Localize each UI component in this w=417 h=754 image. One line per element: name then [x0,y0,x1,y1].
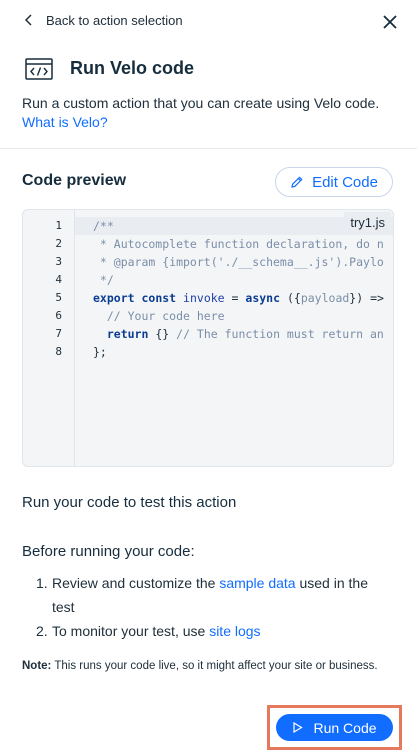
run-code-button[interactable]: Run Code [276,714,393,741]
warning-note: Note: This runs your code live, so it mi… [22,658,392,674]
file-name-tab[interactable]: try1.js [344,212,391,233]
play-icon [293,722,304,733]
code-line: export const invoke = async ({payload}) … [93,291,384,305]
line-number: 4 [55,273,62,286]
divider [0,148,417,149]
edit-code-label: Edit Code [312,173,378,191]
run-code-highlight: Run Code [267,705,402,750]
line-number: 8 [55,345,62,358]
step-text: To monitor your test, use [52,623,210,639]
page-title: Run Velo code [70,58,195,78]
page-description: Run a custom action that you can create … [22,94,392,132]
step-number: 1. [36,575,48,591]
chevron-left-icon [24,14,32,26]
back-link[interactable]: Back to action selection [22,10,183,30]
list-item: 2. To monitor your test, use site logs [22,619,392,643]
note-text: This runs your code live, so it might af… [51,660,378,672]
code-line: * Autocomplete function declaration, do … [93,237,384,251]
line-number: 1 [55,219,62,232]
code-line: return {} // The function must return an [106,327,384,341]
code-line: * @param {import('./__schema__.js').Payl… [93,255,384,269]
description-text: Run a custom action that you can create … [22,95,380,111]
line-number: 3 [55,255,62,268]
sample-data-link[interactable]: sample data [219,575,295,591]
code-preview-heading: Code preview [22,172,127,189]
line-number: 5 [55,291,62,304]
line-number: 2 [55,237,62,250]
code-area[interactable]: /** * Autocomplete function declaration,… [75,210,393,466]
what-is-velo-link[interactable]: What is Velo? [22,114,108,130]
code-icon [25,58,53,80]
run-section-heading: Run your code to test this action [22,494,237,511]
edit-code-button[interactable]: Edit Code [275,167,393,197]
line-gutter: 1 2 3 4 5 6 7 8 [23,210,75,466]
step-text: Review and customize the [52,575,220,591]
before-running-heading: Before running your code: [22,543,195,560]
site-logs-link[interactable]: site logs [209,623,260,639]
list-item: 1. Review and customize the sample data u… [22,571,392,619]
code-line: }; [93,345,107,359]
steps-list: 1. Review and customize the sample data u… [22,571,392,643]
line-number: 6 [55,309,62,322]
note-label: Note: [22,660,52,672]
code-line: /** [93,219,114,233]
code-line: */ [93,273,114,287]
line-number: 7 [55,327,62,340]
close-icon[interactable] [380,12,400,32]
run-code-label: Run Code [313,719,377,736]
code-line: // Your code here [93,309,225,323]
pencil-icon [291,176,303,188]
back-link-label: Back to action selection [46,12,183,28]
step-number: 2. [36,623,48,639]
code-editor[interactable]: 1 2 3 4 5 6 7 8 /** * Autocomplete funct… [22,209,394,467]
